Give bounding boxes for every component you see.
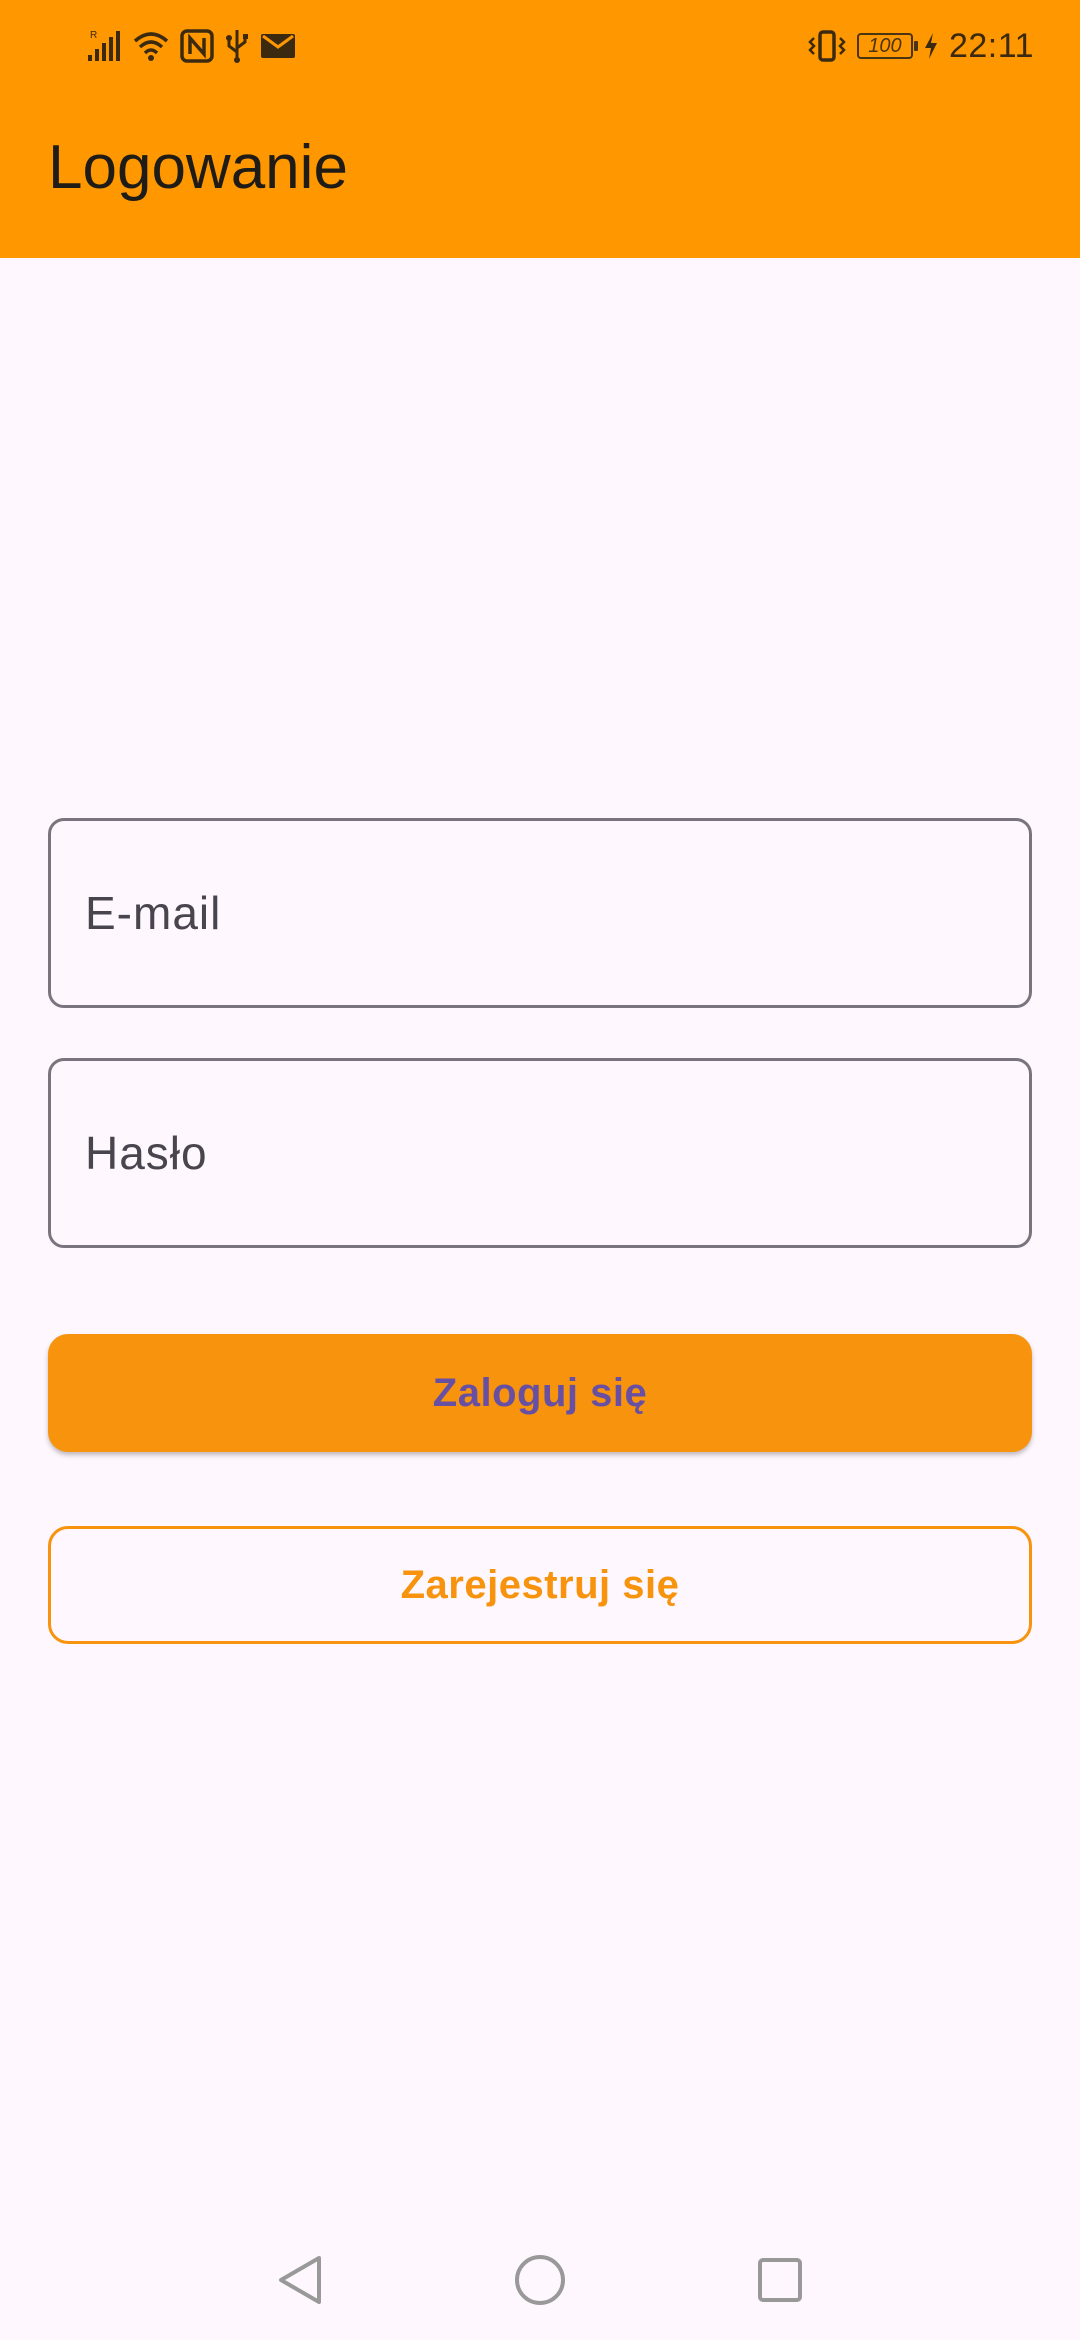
- signal-icon: R: [86, 29, 122, 63]
- page-title: Logowanie: [48, 133, 348, 202]
- password-field-label: Hasło: [85, 1127, 208, 1179]
- charging-icon: [923, 32, 939, 60]
- app-header: R 100 22:11 Logowanie: [0, 0, 1080, 258]
- recent-apps-icon: [758, 2258, 802, 2302]
- register-button[interactable]: Zarejestruj się: [48, 1526, 1032, 1644]
- status-bar-left: R: [86, 24, 296, 68]
- vibrate-icon: [807, 29, 847, 63]
- mail-icon: [260, 32, 296, 60]
- email-field-label: E-mail: [85, 887, 222, 939]
- back-icon: [279, 2256, 321, 2304]
- login-button-label: Zaloguj się: [432, 1370, 648, 1415]
- home-button[interactable]: [510, 2250, 570, 2310]
- svg-text:R: R: [90, 30, 97, 41]
- password-field[interactable]: Hasło: [48, 1058, 1032, 1248]
- back-button[interactable]: [270, 2250, 330, 2310]
- nfc-icon: [180, 29, 214, 63]
- email-field[interactable]: E-mail: [48, 818, 1032, 1008]
- home-icon: [515, 2255, 565, 2305]
- recent-apps-button[interactable]: [750, 2250, 810, 2310]
- battery-level: 100: [868, 35, 902, 57]
- login-button[interactable]: Zaloguj się: [48, 1334, 1032, 1452]
- wifi-icon: [132, 29, 170, 63]
- navigation-bar: [0, 2220, 1080, 2340]
- register-button-label: Zarejestruj się: [400, 1562, 680, 1607]
- status-bar-time: 22:11: [948, 26, 1034, 65]
- battery-icon: 100: [856, 33, 918, 59]
- status-bar-right: 100 22:11: [807, 24, 1034, 68]
- status-bar: R 100 22:11: [0, 0, 1080, 90]
- usb-icon: [224, 28, 250, 64]
